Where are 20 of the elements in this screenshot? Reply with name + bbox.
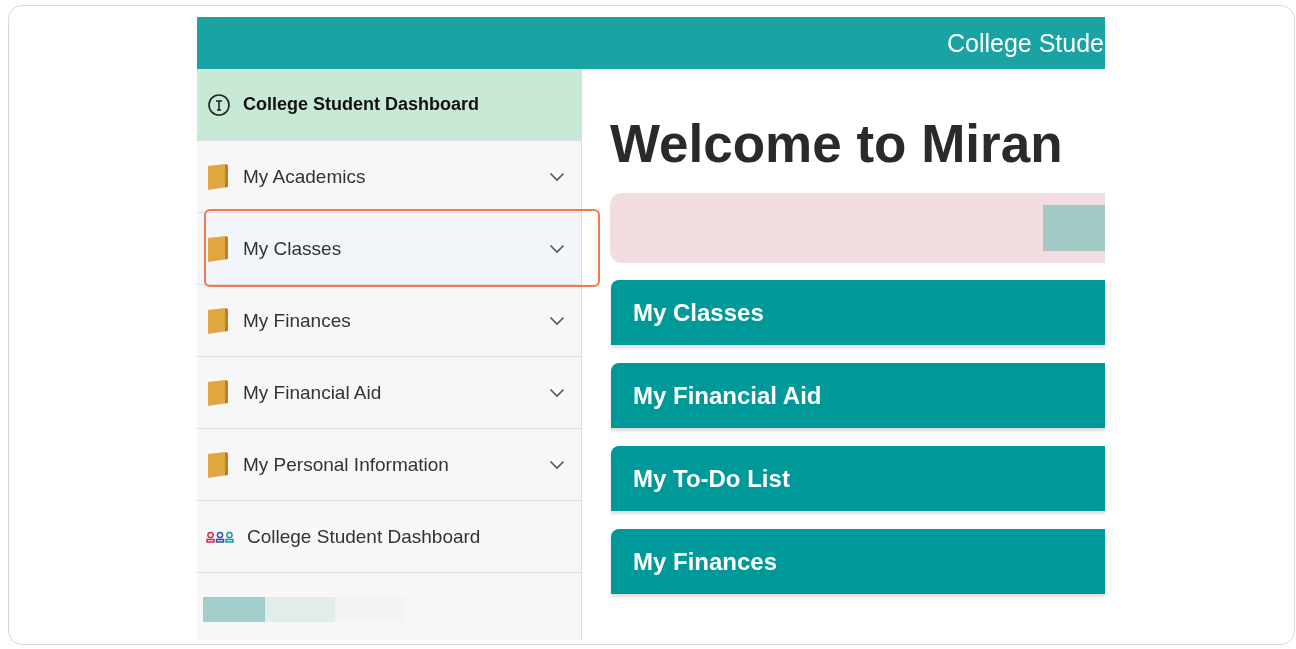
- seal-icon: [207, 92, 231, 117]
- folder-icon: [206, 378, 230, 407]
- folder-icon: [206, 306, 230, 335]
- chevron-down-icon: [549, 171, 565, 182]
- chevron-down-icon: [549, 459, 565, 470]
- folder-icon: [206, 450, 230, 479]
- sidebar-item[interactable]: My Classes: [197, 213, 581, 285]
- chevron-down-icon: [549, 387, 565, 398]
- sidebar-title: College Student Dashboard: [243, 94, 480, 115]
- folder-icon: [206, 234, 230, 263]
- chevron-down-icon: [549, 315, 565, 326]
- sidebar-item[interactable]: My Finances: [197, 285, 581, 357]
- people-icon: [206, 530, 234, 543]
- sidebar-item[interactable]: My Financial Aid: [197, 357, 581, 429]
- chevron-down-icon: [549, 243, 565, 254]
- sidebar-item[interactable]: College Student Dashboard: [197, 501, 581, 573]
- sidebar-item[interactable]: My Personal Information: [197, 429, 581, 501]
- header-title: College Stude: [946, 28, 1104, 58]
- welcome-heading: Welcome to Miran: [610, 113, 1064, 175]
- folder-icon: [206, 162, 230, 191]
